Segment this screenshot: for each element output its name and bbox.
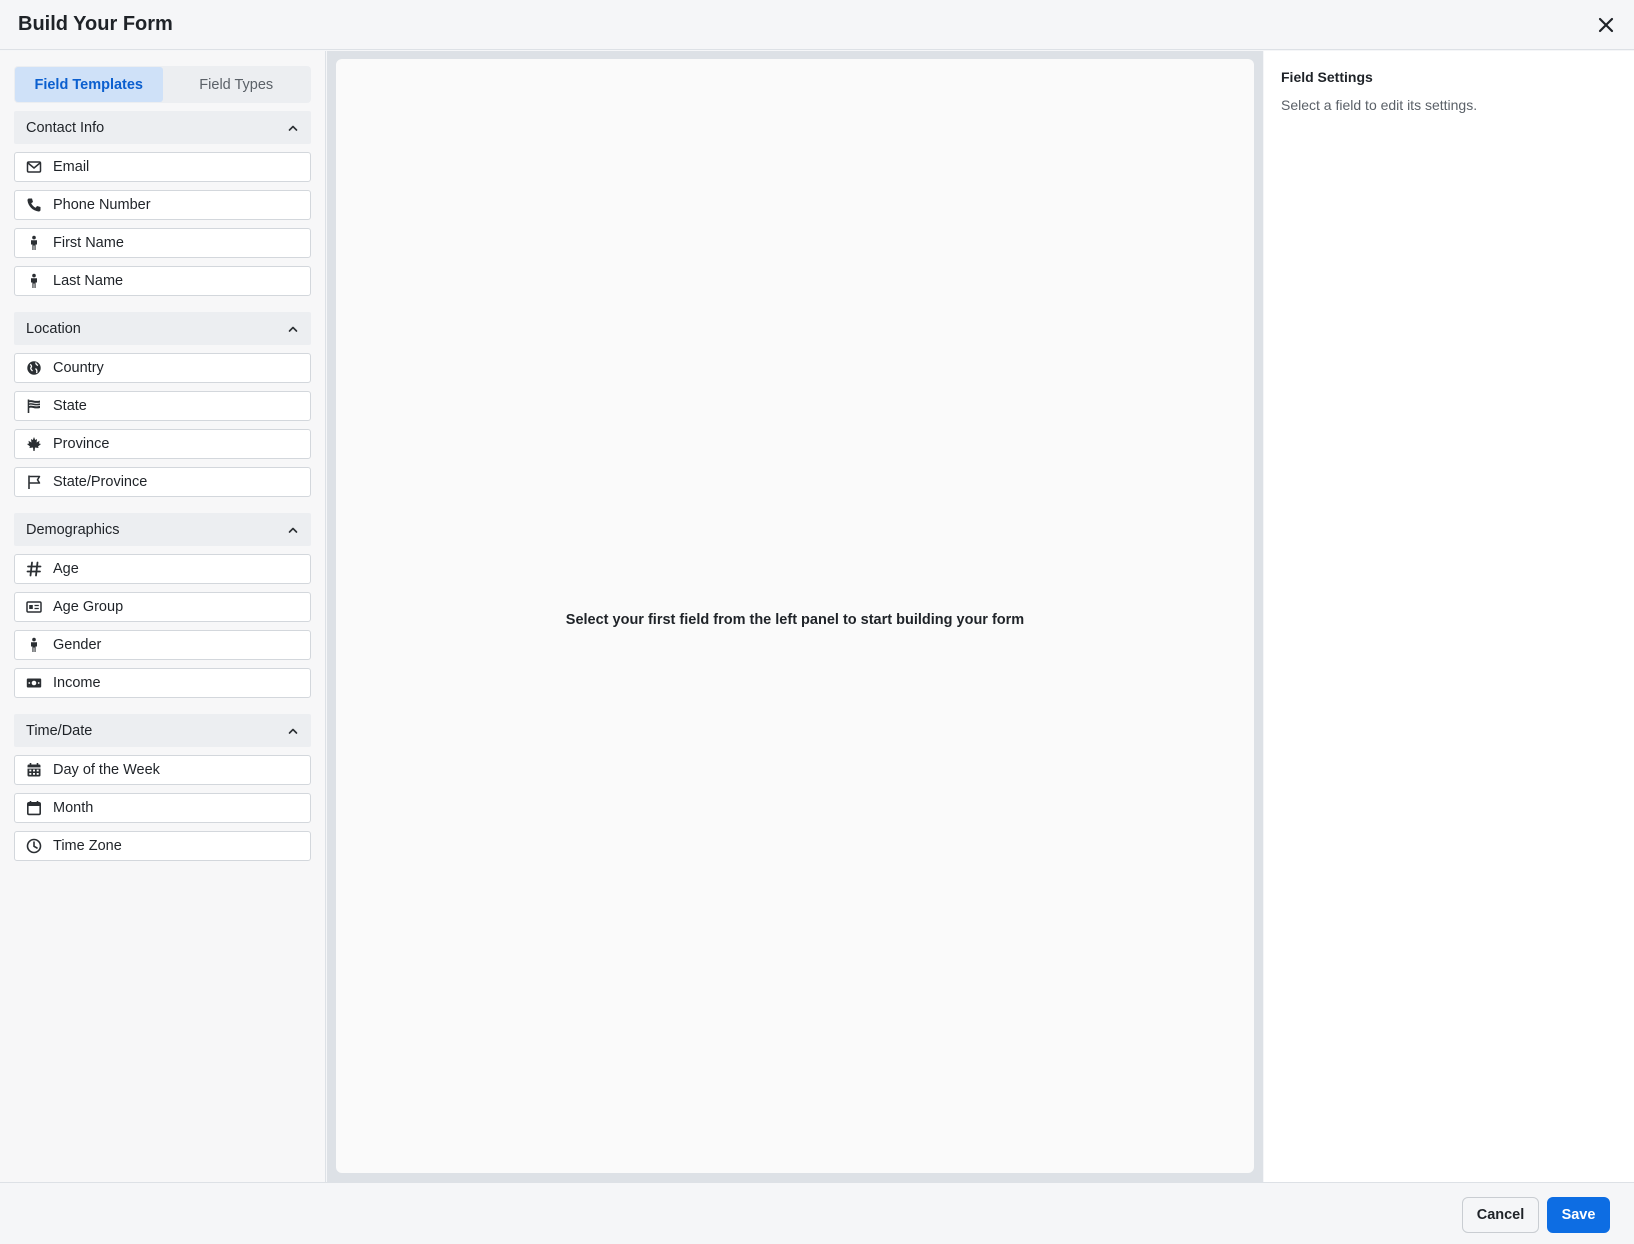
form-canvas-area: Select your first field from the left pa…	[327, 51, 1263, 1182]
save-button[interactable]: Save	[1547, 1197, 1610, 1233]
field-settings-hint: Select a field to edit its settings.	[1281, 97, 1478, 113]
field-template-label: State	[53, 398, 87, 414]
person-icon	[15, 273, 53, 289]
person-icon	[15, 637, 53, 653]
field-template-label: Month	[53, 800, 94, 816]
section-items: Country State Province State/Province	[14, 353, 311, 497]
template-tabs: Field Templates Field Types	[14, 66, 311, 103]
field-template-age-group[interactable]: Age Group	[14, 592, 311, 622]
section-items: Age Age Group Gender Income	[14, 554, 311, 698]
maple-leaf-icon	[15, 436, 53, 452]
field-template-gender[interactable]: Gender	[14, 630, 311, 660]
field-template-province[interactable]: Province	[14, 429, 311, 459]
flag-wavy-icon	[15, 398, 53, 414]
field-template-label: Age Group	[53, 599, 124, 615]
field-template-email[interactable]: Email	[14, 152, 311, 182]
field-settings-panel: Field Settings Select a field to edit it…	[1264, 51, 1634, 1182]
clock-icon	[15, 838, 53, 854]
canvas-empty-message: Select your first field from the left pa…	[565, 612, 1025, 628]
chevron-up-icon	[288, 125, 298, 131]
section-label: Contact Info	[26, 119, 105, 136]
field-template-age[interactable]: Age	[14, 554, 311, 584]
form-builder-dialog: Build Your Form Field Templates Field Ty…	[0, 0, 1634, 1244]
field-template-time-zone[interactable]: Time Zone	[14, 831, 311, 861]
calendar-icon	[15, 800, 53, 816]
field-template-day-of-the-week[interactable]: Day of the Week	[14, 755, 311, 785]
field-template-label: Time Zone	[53, 838, 122, 854]
flag-outline-icon	[15, 474, 53, 490]
chevron-up-icon	[288, 326, 298, 332]
field-template-label: State/Province	[53, 474, 148, 490]
collapse-toggle[interactable]	[287, 122, 299, 134]
field-template-label: Province	[53, 436, 110, 452]
collapse-toggle[interactable]	[287, 725, 299, 737]
field-template-month[interactable]: Month	[14, 793, 311, 823]
close-icon	[1598, 17, 1614, 33]
field-template-income[interactable]: Income	[14, 668, 311, 698]
field-template-last-name[interactable]: Last Name	[14, 266, 311, 296]
cancel-button[interactable]: Cancel	[1462, 1197, 1539, 1233]
tab-field-types[interactable]: Field Types	[163, 67, 311, 102]
section-header-location[interactable]: Location	[14, 312, 311, 345]
left-panel: Field Templates Field Types Contact Info…	[0, 51, 326, 1182]
collapse-toggle[interactable]	[287, 323, 299, 335]
chevron-up-icon	[288, 527, 298, 533]
section-items: Email Phone Number First Name Last Name	[14, 152, 311, 296]
field-template-phone-number[interactable]: Phone Number	[14, 190, 311, 220]
hash-icon	[15, 561, 53, 577]
field-template-label: Day of the Week	[53, 762, 160, 778]
section-demographics: Demographics Age Age Group Gender Income	[14, 513, 311, 698]
section-contact-info: Contact Info Email Phone Number First Name L…	[14, 111, 311, 296]
field-template-label: Age	[53, 561, 79, 577]
close-button[interactable]	[1592, 11, 1620, 39]
money-icon	[15, 675, 53, 691]
field-template-state-province[interactable]: State/Province	[14, 467, 311, 497]
field-template-first-name[interactable]: First Name	[14, 228, 311, 258]
section-header-time-date[interactable]: Time/Date	[14, 714, 311, 747]
section-label: Time/Date	[26, 722, 93, 739]
field-template-state[interactable]: State	[14, 391, 311, 421]
field-template-label: Income	[53, 675, 101, 691]
section-header-demographics[interactable]: Demographics	[14, 513, 311, 546]
person-icon	[15, 235, 53, 251]
section-time-date: Time/Date Day of the Week Month Time Zone	[14, 714, 311, 861]
chevron-up-icon	[288, 728, 298, 734]
field-template-label: Last Name	[53, 273, 124, 289]
section-label: Location	[26, 320, 81, 337]
dialog-footer: Cancel Save	[0, 1182, 1634, 1244]
dialog-header: Build Your Form	[0, 0, 1634, 50]
envelope-icon	[15, 159, 53, 175]
field-settings-title: Field Settings	[1281, 69, 1373, 85]
section-items: Day of the Week Month Time Zone	[14, 755, 311, 861]
field-template-label: Phone Number	[53, 197, 151, 213]
dialog-title: Build Your Form	[18, 13, 173, 35]
field-template-sections: Contact Info Email Phone Number First Name L…	[14, 111, 311, 861]
section-location: Location Country State Province State/Provin…	[14, 312, 311, 497]
collapse-toggle[interactable]	[287, 524, 299, 536]
form-canvas[interactable]: Select your first field from the left pa…	[336, 59, 1254, 1173]
calendar-grid-icon	[15, 762, 53, 778]
globe-icon	[15, 360, 53, 376]
field-template-label: Email	[53, 159, 90, 175]
field-template-label: First Name	[53, 235, 124, 251]
field-template-label: Gender	[53, 637, 102, 653]
field-template-country[interactable]: Country	[14, 353, 311, 383]
tab-field-templates[interactable]: Field Templates	[15, 67, 163, 102]
section-label: Demographics	[26, 521, 120, 538]
section-header-contact-info[interactable]: Contact Info	[14, 111, 311, 144]
id-card-icon	[15, 599, 53, 615]
phone-icon	[15, 197, 53, 213]
field-template-label: Country	[53, 360, 104, 376]
